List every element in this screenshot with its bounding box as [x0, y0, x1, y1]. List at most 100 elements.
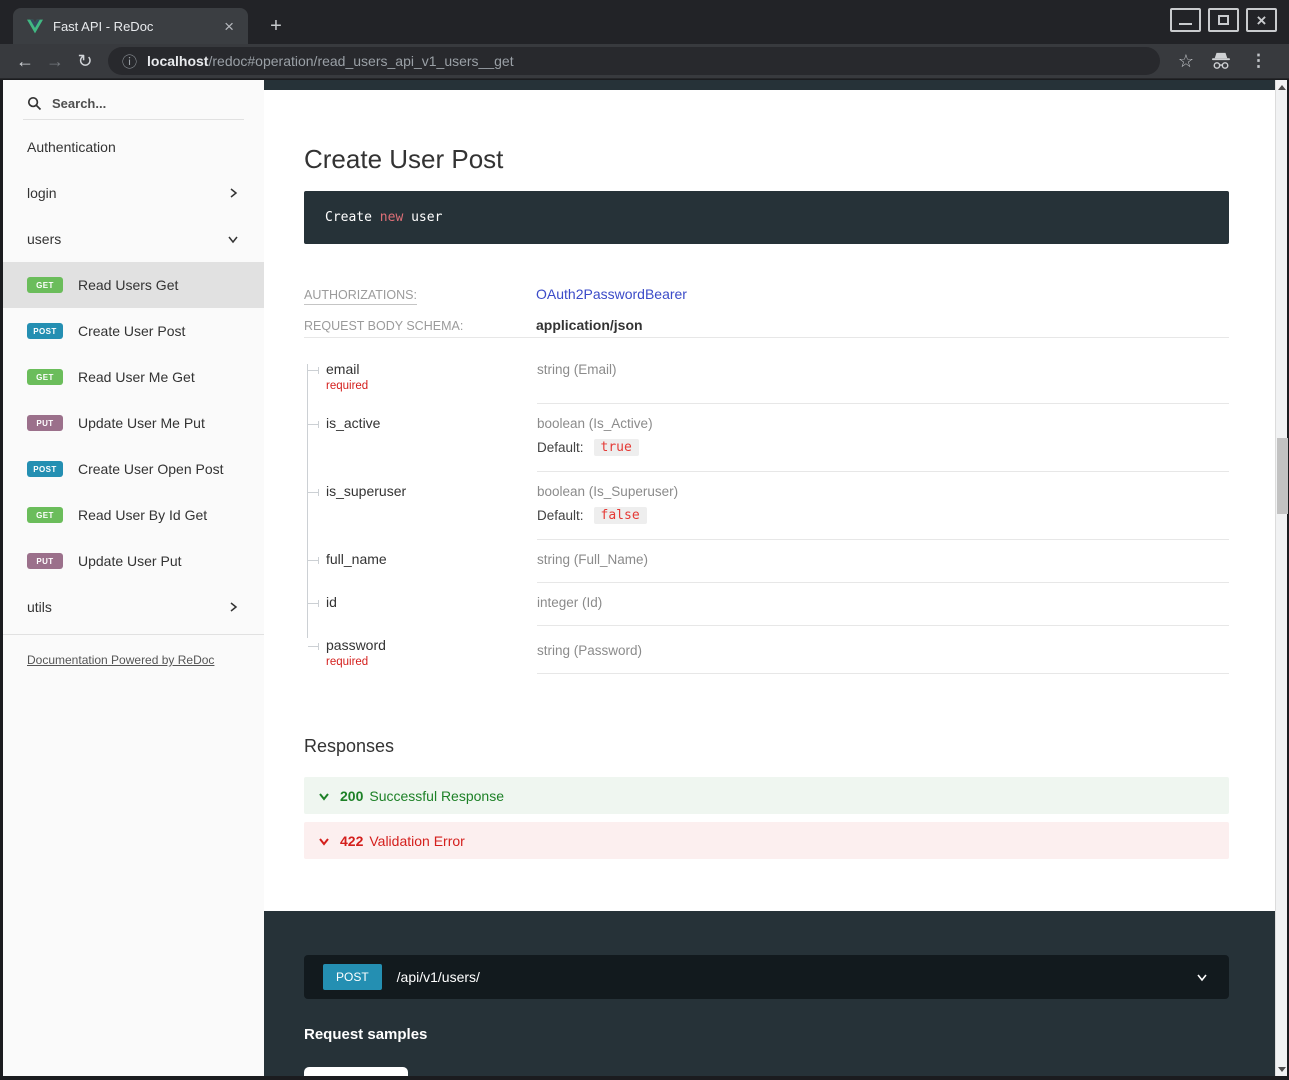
- method-badge-get: GET: [27, 369, 63, 385]
- schema-row-is-superuser: is_superuser boolean (Is_Superuser) Defa…: [304, 472, 1229, 540]
- scroll-up-icon[interactable]: [1276, 80, 1288, 94]
- sidebar-item-update-user-put[interactable]: PUT Update User Put: [3, 538, 264, 584]
- sidebar-item-login[interactable]: login: [3, 170, 264, 216]
- browser-toolbar: ← → ↻ ⓘ localhost/redoc#operation/read_u…: [0, 44, 1289, 79]
- previous-panel-strip: [264, 80, 1275, 90]
- field-name-cell[interactable]: full_name: [304, 540, 537, 583]
- required-flag: required: [326, 656, 537, 668]
- chevron-down-icon: [317, 834, 331, 848]
- required-flag: required: [326, 380, 537, 392]
- field-name: password: [326, 637, 537, 653]
- field-name: full_name: [326, 551, 537, 567]
- operation-label: Create User Open Post: [78, 461, 224, 477]
- field-name: email: [326, 361, 537, 377]
- request-samples-panel: POST /api/v1/users/ Request samples Payl…: [264, 911, 1275, 1076]
- sidebar-item-read-user-by-id-get[interactable]: GET Read User By Id Get: [3, 492, 264, 538]
- field-name-cell[interactable]: email required: [304, 350, 537, 404]
- response-422-toggle[interactable]: 422 Validation Error: [304, 822, 1229, 859]
- field-name-cell[interactable]: password required: [304, 626, 537, 674]
- url-bar[interactable]: ⓘ localhost/redoc#operation/read_users_a…: [108, 47, 1160, 75]
- sidebar-item-create-user-open-post[interactable]: POST Create User Open Post: [3, 446, 264, 492]
- chevron-down-icon: [226, 232, 240, 246]
- minimize-icon: [1179, 23, 1192, 25]
- response-text: Successful Response: [369, 788, 504, 804]
- tab-payload[interactable]: Payload: [304, 1067, 408, 1076]
- authorization-link[interactable]: OAuth2PasswordBearer: [536, 286, 687, 302]
- url-text: localhost/redoc#operation/read_users_api…: [147, 53, 514, 69]
- sidebar-item-read-user-me-get[interactable]: GET Read User Me Get: [3, 354, 264, 400]
- operation-label: Update User Me Put: [78, 415, 205, 431]
- operation-description-code: Create new user: [304, 191, 1229, 244]
- tab-close-icon[interactable]: ×: [220, 18, 238, 35]
- sidebar-item-label: login: [27, 185, 57, 201]
- incognito-icon: [1210, 52, 1232, 70]
- operation-label: Read Users Get: [78, 277, 178, 293]
- method-badge-post: POST: [27, 323, 63, 339]
- operation-doc: Create User Post Create new user AUTHORI…: [264, 90, 1275, 867]
- url-path: /redoc#operation/read_users_api_v1_users…: [208, 53, 513, 69]
- page-scrollbar[interactable]: [1275, 80, 1287, 1076]
- sidebar-item-update-user-me-put[interactable]: PUT Update User Me Put: [3, 400, 264, 446]
- chevron-down-icon: [317, 789, 331, 803]
- redoc-footer-link[interactable]: Documentation Powered by ReDoc: [27, 653, 214, 667]
- default-line: Default: true: [537, 439, 1229, 456]
- response-text: Validation Error: [369, 833, 464, 849]
- authorizations-row: AUTHORIZATIONS: OAuth2PasswordBearer: [304, 286, 1229, 302]
- code-keyword: new: [380, 210, 403, 225]
- reload-button[interactable]: ↻: [70, 47, 100, 75]
- operation-label: Update User Put: [78, 553, 182, 569]
- sidebar: Authentication login users GET Read User…: [3, 80, 264, 1076]
- site-info-icon[interactable]: ⓘ: [122, 51, 137, 72]
- field-type: boolean (Is_Superuser): [537, 484, 1229, 499]
- sidebar-item-authentication[interactable]: Authentication: [3, 124, 264, 170]
- endpoint-dropdown[interactable]: POST /api/v1/users/: [304, 955, 1229, 999]
- search-input[interactable]: [52, 96, 222, 111]
- field-name-cell[interactable]: is_active: [304, 404, 537, 472]
- window-maximize-button[interactable]: [1208, 8, 1239, 32]
- default-value: false: [594, 507, 647, 524]
- window-minimize-button[interactable]: [1170, 8, 1201, 32]
- field-type: string (Email): [537, 362, 1229, 377]
- sidebar-item-create-user-post[interactable]: POST Create User Post: [3, 308, 264, 354]
- field-type-cell: boolean (Is_Superuser) Default: false: [537, 472, 1229, 540]
- field-type-cell: boolean (Is_Active) Default: true: [537, 404, 1229, 472]
- request-body-label: REQUEST BODY SCHEMA:: [304, 319, 536, 333]
- sidebar-item-utils[interactable]: utils: [3, 584, 264, 630]
- maximize-icon: [1218, 15, 1229, 25]
- sidebar-footer: Documentation Powered by ReDoc: [3, 635, 264, 685]
- sidebar-item-label: users: [27, 231, 61, 247]
- browser-tab[interactable]: Fast API - ReDoc ×: [13, 8, 248, 44]
- code-text: user: [403, 210, 442, 225]
- method-badge-post: POST: [323, 964, 382, 990]
- field-type-cell: string (Full_Name): [537, 540, 1229, 583]
- responses-title: Responses: [304, 736, 1229, 757]
- default-line: Default: false: [537, 507, 1229, 524]
- sidebar-item-users[interactable]: users: [3, 216, 264, 262]
- search-icon: [27, 96, 42, 111]
- request-samples-title: Request samples: [304, 1026, 1229, 1043]
- field-name-cell[interactable]: is_superuser: [304, 472, 537, 540]
- sidebar-item-read-users-get[interactable]: GET Read Users Get: [3, 262, 264, 308]
- window-close-button[interactable]: ×: [1246, 8, 1277, 32]
- scrollbar-thumb[interactable]: [1277, 438, 1288, 514]
- scroll-down-icon[interactable]: [1276, 1062, 1288, 1076]
- content-type: application/json: [536, 317, 643, 333]
- browser-menu-icon[interactable]: ⋮: [1242, 51, 1275, 71]
- response-200-toggle[interactable]: 200 Successful Response: [304, 777, 1229, 814]
- divider: [304, 337, 1229, 338]
- vue-favicon-icon: [27, 19, 43, 34]
- browser-tab-bar: Fast API - ReDoc × + ×: [0, 0, 1289, 44]
- field-type: boolean (Is_Active): [537, 416, 1229, 431]
- new-tab-button[interactable]: +: [262, 12, 290, 40]
- method-badge-get: GET: [27, 507, 63, 523]
- schema-row-password: password required string (Password): [304, 626, 1229, 674]
- back-button[interactable]: ←: [10, 47, 40, 75]
- forward-button[interactable]: →: [40, 47, 70, 75]
- authorizations-label: AUTHORIZATIONS:: [304, 288, 536, 302]
- divider: [23, 119, 244, 120]
- method-badge-put: PUT: [27, 415, 63, 431]
- bookmark-star-icon[interactable]: ☆: [1172, 51, 1200, 72]
- field-name-cell[interactable]: id: [304, 583, 537, 626]
- chevron-right-icon: [226, 600, 240, 614]
- chevron-down-icon: [1194, 969, 1210, 985]
